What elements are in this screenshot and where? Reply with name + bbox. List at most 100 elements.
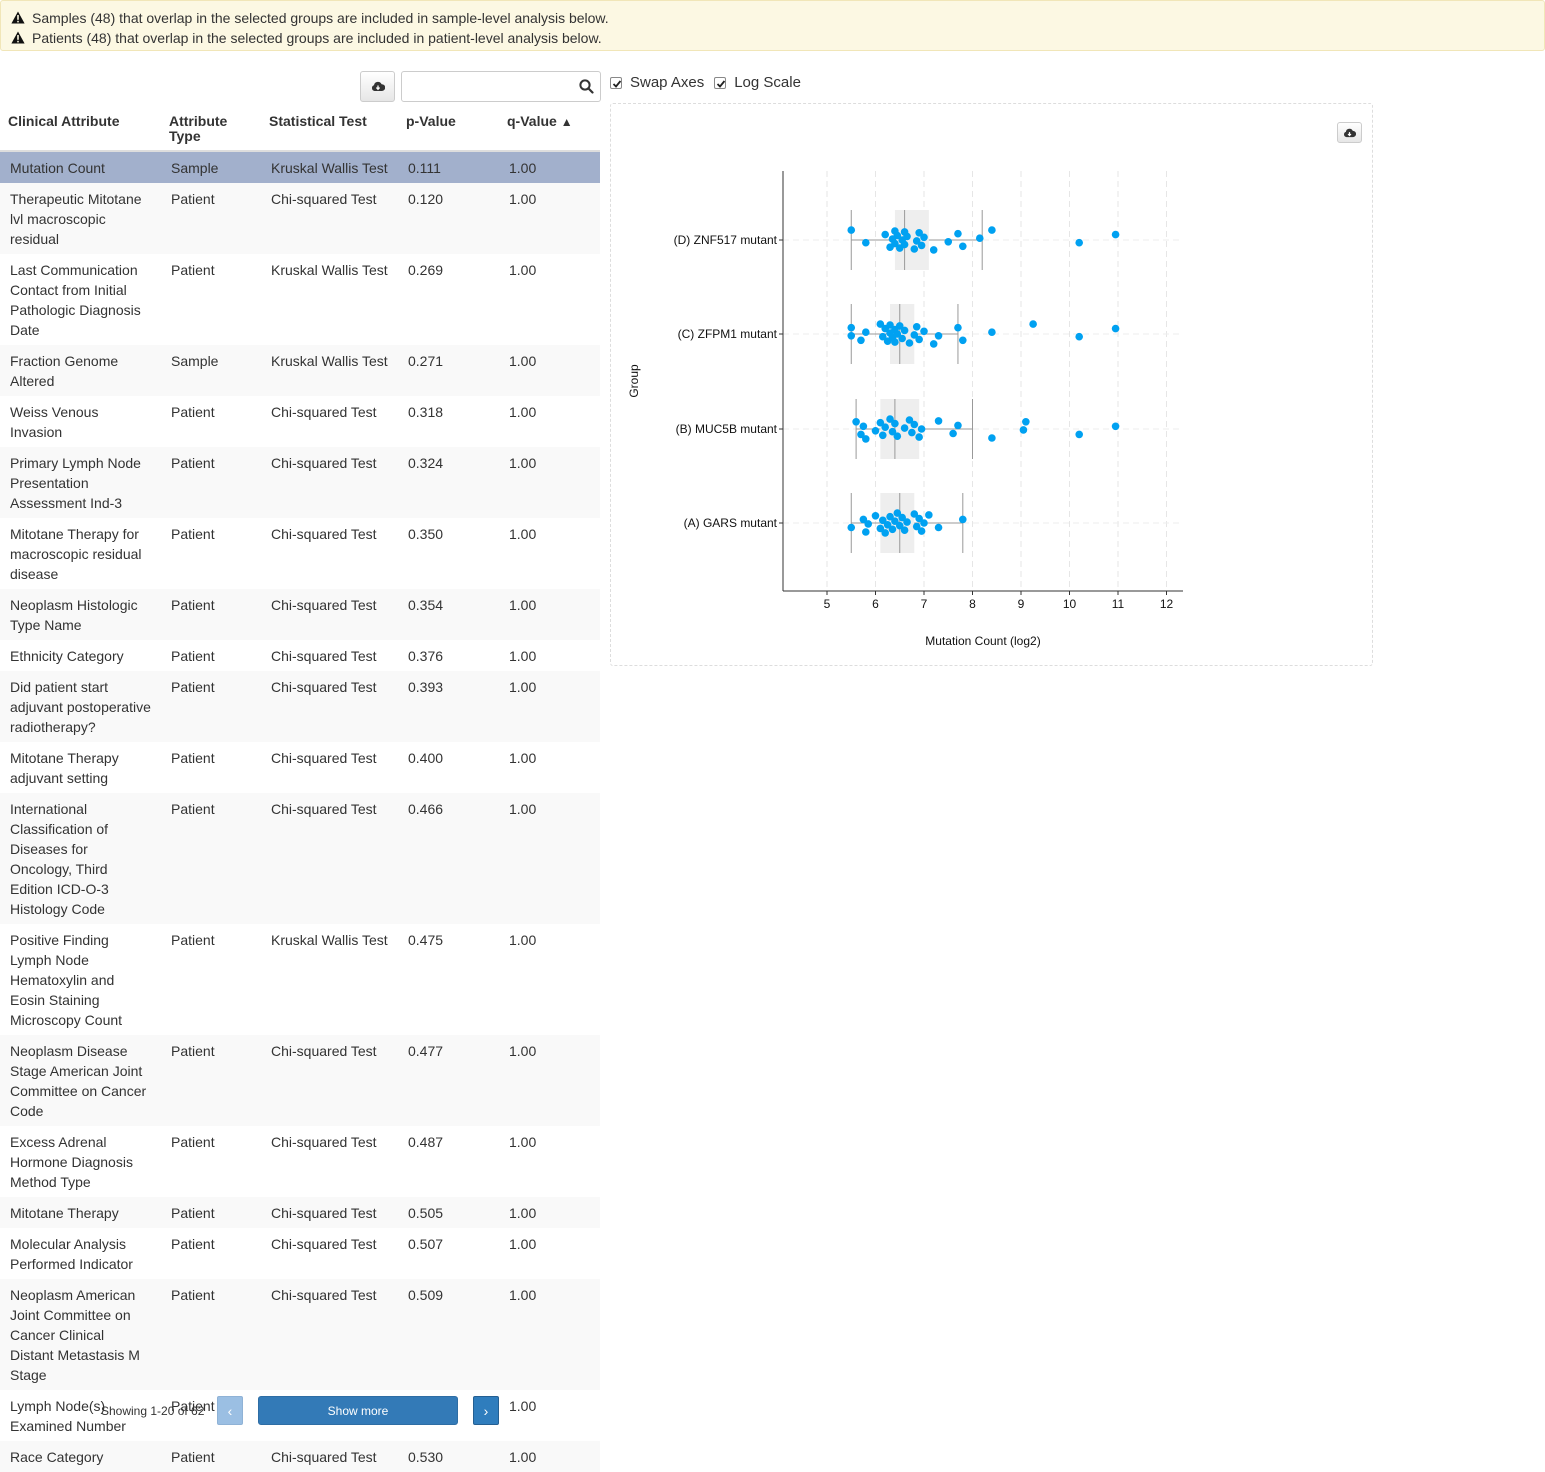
cell-clinical-attribute: Last Communication Contact from Initial … [0,254,161,345]
cell-q-value: 1.00 [499,447,600,518]
data-point [934,417,943,425]
data-point [857,336,865,345]
download-table-button[interactable] [360,71,395,102]
cell-clinical-attribute: Mutation Count [0,151,161,183]
cell-q-value: 1.00 [499,518,600,589]
column-header-clinical-attribute[interactable]: Clinical Attribute [0,112,161,152]
cell-attribute-type: Patient [161,1228,261,1279]
data-point [917,527,926,535]
checkbox-checked-icon [714,76,727,89]
cell-attribute-type: Patient [161,589,261,640]
cell-attribute-type: Patient [161,254,261,345]
table-row[interactable]: Race Category Patient Chi-squared Test 0.53… [0,1441,600,1472]
column-header-q-value[interactable]: q-Value ▲ [499,112,600,152]
data-point [900,526,909,534]
data-point [881,423,889,432]
alert-text-samples: Samples (48) that overlap in the selecte… [32,10,609,26]
cell-q-value: 1.00 [499,1228,600,1279]
overlap-warning-alert: Samples (48) that overlap in the selecte… [0,0,1545,51]
log-scale-checkbox[interactable]: Log Scale [714,74,801,91]
data-point [910,245,919,253]
table-row[interactable]: Last Communication Contact from Initial … [0,254,600,345]
table-row[interactable]: Mitotane Therapy adjuvant setting Patient… [0,742,600,793]
data-point [988,434,996,442]
cell-clinical-attribute: Fraction Genome Altered [0,345,161,396]
warning-icon [11,31,26,45]
table-search-input[interactable] [402,72,572,101]
column-header-attribute-type[interactable]: Attribute Type [161,112,261,152]
show-more-button[interactable]: Show more [258,1396,458,1425]
cell-clinical-attribute: International Classification of Diseases… [0,793,161,924]
table-row[interactable]: Neoplasm Histologic Type Name Patient Chi-… [0,589,600,640]
table-pagination: Showing 1-20 of 62 ‹ Show more › [0,1396,600,1426]
next-page-button[interactable]: › [473,1396,499,1425]
cell-q-value: 1.00 [499,1279,600,1390]
cell-attribute-type: Patient [161,1197,261,1228]
x-tick-label: 12 [1160,597,1174,611]
data-point [915,433,923,441]
table-row[interactable]: Molecular Analysis Performed Indicator Pa… [0,1228,600,1279]
table-row[interactable]: Positive Finding Lymph Node Hematoxylin … [0,924,600,1035]
cell-clinical-attribute: Neoplasm Disease Stage American Joint Co… [0,1035,161,1126]
data-point [1111,324,1120,333]
data-point [888,525,897,534]
x-axis-title: Mutation Count (log2) [925,634,1040,648]
table-row[interactable]: Mitotane Therapy Patient Chi-squared Test 0… [0,1197,600,1228]
data-point [862,528,870,536]
data-point [959,242,967,251]
table-row[interactable]: Ethnicity Category Patient Chi-squared Tes… [0,640,600,671]
cell-statistical-test: Chi-squared Test [261,1228,398,1279]
cell-statistical-test: Kruskal Wallis Test [261,151,398,183]
data-point [862,328,870,336]
column-header-p-value[interactable]: p-Value [398,112,499,152]
table-row[interactable]: Neoplasm Disease Stage American Joint Co… [0,1035,600,1126]
table-row[interactable]: International Classification of Diseases… [0,793,600,924]
cell-p-value: 0.271 [398,345,499,396]
x-tick-label: 10 [1063,597,1077,611]
cell-attribute-type: Sample [161,345,261,396]
cell-statistical-test: Chi-squared Test [261,640,398,671]
data-point [959,336,967,345]
table-row[interactable]: Mitotane Therapy for macroscopic residua… [0,518,600,589]
x-tick-label: 5 [824,597,831,611]
cell-p-value: 0.509 [398,1279,499,1390]
table-row[interactable]: Weiss Venous Invasion Patient Chi-squared … [0,396,600,447]
table-row[interactable]: Fraction Genome Altered Sample Kruskal Wal… [0,345,600,396]
cell-q-value: 1.00 [499,151,600,183]
x-tick-label: 11 [1112,597,1125,611]
data-point [864,520,873,528]
data-point [891,338,899,346]
cell-attribute-type: Patient [161,742,261,793]
data-point [949,429,957,438]
data-point [1022,418,1030,426]
cell-p-value: 0.393 [398,671,499,742]
cell-q-value: 1.00 [499,1035,600,1126]
data-point [862,435,870,443]
table-row[interactable]: Primary Lymph Node Presentation Assessme… [0,447,600,518]
data-point [959,515,967,524]
cell-clinical-attribute: Race Category [0,1441,161,1472]
data-point [893,432,902,441]
data-point [929,340,938,348]
search-icon[interactable] [579,79,594,97]
data-point [988,226,996,234]
previous-page-button[interactable]: ‹ [217,1396,243,1425]
data-point [988,328,996,336]
table-row[interactable]: Did patient start adjuvant postoperative… [0,671,600,742]
table-row[interactable]: Therapeutic Mitotane lvl macroscopic res… [0,183,600,254]
cell-attribute-type: Patient [161,518,261,589]
table-row[interactable]: Mutation Count Sample Kruskal Wallis Test 0… [0,151,600,183]
x-tick-label: 9 [1018,597,1025,611]
table-row[interactable]: Excess Adrenal Hormone Diagnosis Method … [0,1126,600,1197]
column-header-statistical-test[interactable]: Statistical Test [261,112,398,152]
y-tick-label: (C) ZFPM1 mutant [678,327,778,341]
data-point [954,229,962,238]
table-row[interactable]: Neoplasm American Joint Committee on Can… [0,1279,600,1390]
x-tick-label: 6 [872,597,879,611]
swap-axes-checkbox[interactable]: Swap Axes [610,74,704,91]
cell-p-value: 0.400 [398,742,499,793]
cell-q-value: 1.00 [499,589,600,640]
table-toolbar [360,71,601,102]
y-tick-label: (A) GARS mutant [684,516,778,530]
cell-p-value: 0.324 [398,447,499,518]
